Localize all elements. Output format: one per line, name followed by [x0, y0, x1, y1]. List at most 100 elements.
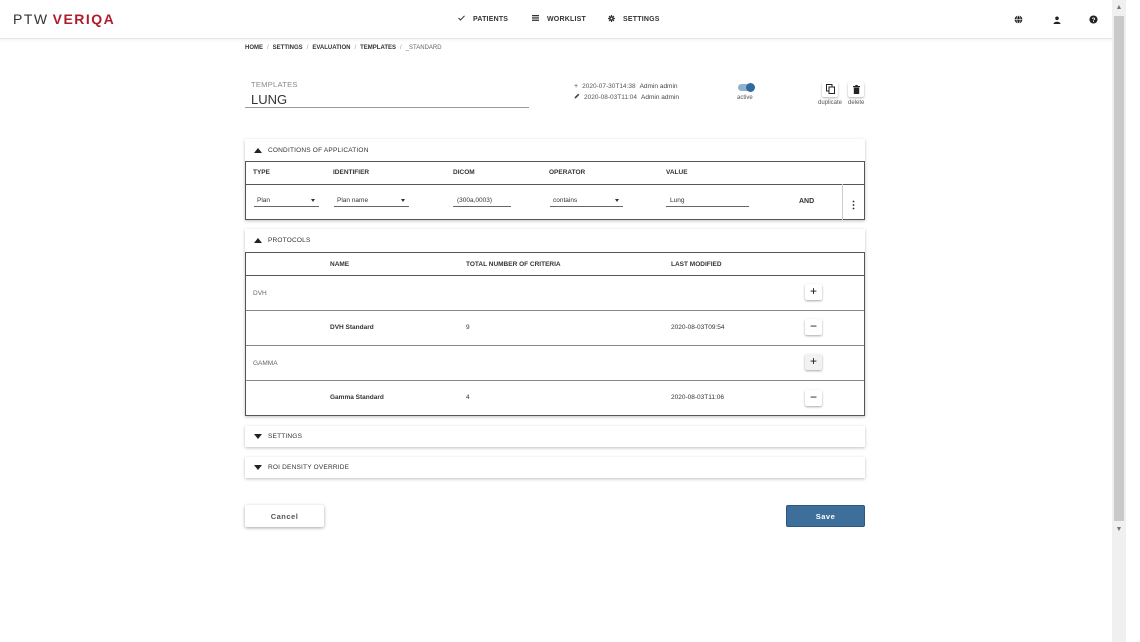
add-dvh-protocol-button[interactable]: +	[805, 284, 822, 300]
remove-gamma-protocol-button[interactable]: −	[805, 390, 822, 406]
active-toggle[interactable]	[738, 83, 755, 92]
scroll-down-icon[interactable]: ▼	[1114, 525, 1124, 535]
logo-veriqa: VERIQA	[52, 11, 116, 27]
settings-title: SETTINGS	[268, 433, 303, 440]
modified-date: 2020-08-03T11:04	[584, 93, 638, 101]
expand-icon	[254, 465, 262, 470]
nav-settings-label: SETTINGS	[623, 16, 660, 23]
check-icon	[458, 15, 465, 23]
modified-user: Admin admin	[641, 93, 679, 101]
template-name-label: TEMPLATES	[251, 80, 298, 89]
cell-divider	[842, 184, 843, 220]
row-divider	[246, 275, 864, 276]
settings-panel[interactable]: SETTINGS	[245, 426, 865, 447]
nav-worklist-label: WORKLIST	[547, 15, 586, 23]
protocol-modified: 2020-08-03T11:06	[671, 394, 725, 401]
copy-icon	[825, 81, 835, 99]
active-label: active	[737, 95, 753, 101]
protocols-table: NAME TOTAL NUMBER OF CRITERIA LAST MODIF…	[245, 252, 865, 416]
pencil-icon	[574, 93, 580, 101]
more-vert-icon[interactable]	[852, 197, 855, 210]
breadcrumb-current: _STANDARD	[405, 45, 442, 51]
trash-icon	[852, 81, 860, 99]
type-select[interactable]: Plan	[254, 195, 319, 207]
nav-worklist[interactable]: WORKLIST	[532, 15, 586, 23]
plus-icon: +	[809, 284, 817, 298]
scrollbar-thumb[interactable]	[1114, 16, 1124, 521]
breadcrumb-templates[interactable]: TEMPLATES	[360, 45, 396, 51]
breadcrumb-separator: /	[400, 45, 402, 51]
conditions-header[interactable]: CONDITIONS OF APPLICATION	[245, 139, 865, 161]
protocol-name: DVH Standard	[330, 324, 374, 331]
add-gamma-protocol-button[interactable]: +	[805, 354, 822, 370]
row-divider	[246, 184, 864, 185]
user-icon[interactable]	[1051, 14, 1062, 25]
identifier-select[interactable]: Plan name	[334, 195, 409, 207]
roi-density-panel[interactable]: ROI DENSITY OVERRIDE	[245, 457, 865, 478]
nav-patients-label: PATIENTS	[473, 15, 509, 23]
dicom-field[interactable]: (300a,0003)	[453, 195, 511, 207]
row-divider	[246, 310, 864, 311]
breadcrumb-evaluation[interactable]: EVALUATION	[312, 45, 350, 51]
chevron-down-icon	[401, 199, 405, 202]
breadcrumb-settings[interactable]: SETTINGS	[273, 45, 303, 51]
roi-density-title: ROI DENSITY OVERRIDE	[268, 464, 350, 471]
breadcrumb-home[interactable]: HOME	[245, 45, 263, 51]
delete-label: delete	[848, 100, 865, 106]
globe-icon[interactable]	[1013, 14, 1024, 25]
protocol-name: Gamma Standard	[330, 394, 384, 401]
chevron-down-icon	[311, 199, 315, 202]
logic-operator[interactable]: AND	[799, 198, 814, 205]
created-user: Admin admin	[639, 83, 678, 90]
gear-icon	[608, 15, 615, 24]
list-icon	[532, 15, 539, 23]
save-button[interactable]: Save	[786, 505, 865, 527]
col-type: TYPE	[253, 169, 270, 176]
settings-header[interactable]: SETTINGS	[245, 426, 865, 447]
protocols-header[interactable]: PROTOCOLS	[245, 229, 865, 251]
col-total-criteria: TOTAL NUMBER OF CRITERIA	[466, 261, 561, 268]
collapse-icon	[254, 147, 262, 153]
app-logo[interactable]: PTW VERIQA	[13, 11, 115, 27]
plus-icon: +	[574, 83, 579, 90]
breadcrumb-separator: /	[354, 45, 357, 51]
protocol-count: 9	[466, 324, 470, 331]
col-last-modified: LAST MODIFIED	[671, 261, 722, 268]
protocols-title: PROTOCOLS	[268, 236, 311, 244]
modified-info: 2020-08-03T11:04 Admin admin	[574, 93, 679, 101]
col-dicom: DICOM	[453, 169, 475, 176]
help-icon[interactable]: ?	[1088, 14, 1099, 25]
conditions-panel: CONDITIONS OF APPLICATION TYPE IDENTIFIE…	[245, 139, 865, 220]
chevron-down-icon	[615, 199, 619, 202]
plus-icon: +	[809, 354, 817, 368]
remove-dvh-protocol-button[interactable]: −	[805, 319, 822, 335]
expand-icon	[254, 434, 262, 439]
minus-icon: −	[809, 390, 817, 404]
duplicate-button[interactable]	[822, 82, 838, 97]
collapse-icon	[254, 237, 262, 243]
roi-density-header[interactable]: ROI DENSITY OVERRIDE	[245, 457, 865, 478]
group-label-gamma: GAMMA	[253, 360, 278, 367]
logo-ptw: PTW	[13, 11, 49, 27]
nav-patients[interactable]: PATIENTS	[458, 15, 508, 23]
svg-text:?: ?	[1092, 17, 1096, 24]
created-info: + 2020-07-30T14:38 Admin admin	[574, 83, 678, 90]
group-label-dvh: DVH	[253, 290, 267, 297]
protocols-panel: PROTOCOLS NAME TOTAL NUMBER OF CRITERIA …	[245, 229, 865, 416]
top-bar: PTW VERIQA PATIENTS WORKLIST SETTINGS ?	[0, 0, 1112, 39]
scroll-up-icon[interactable]: ▲	[1114, 3, 1124, 13]
operator-select[interactable]: contains	[550, 195, 623, 207]
template-name-underline	[245, 107, 529, 108]
template-name-input[interactable]: LUNG	[251, 92, 287, 107]
value-field[interactable]: Lung	[666, 195, 749, 207]
nav-settings[interactable]: SETTINGS	[608, 15, 660, 24]
protocol-modified: 2020-08-03T09:54	[671, 324, 725, 331]
breadcrumb-separator: /	[306, 45, 309, 51]
conditions-title: CONDITIONS OF APPLICATION	[268, 146, 369, 154]
created-date: 2020-07-30T14:38	[582, 83, 636, 90]
identifier-value: Plan name	[337, 197, 369, 204]
delete-button[interactable]	[848, 82, 864, 97]
protocol-count: 4	[466, 394, 470, 401]
col-identifier: IDENTIFIER	[333, 169, 370, 176]
cancel-button[interactable]: Cancel	[245, 505, 324, 527]
